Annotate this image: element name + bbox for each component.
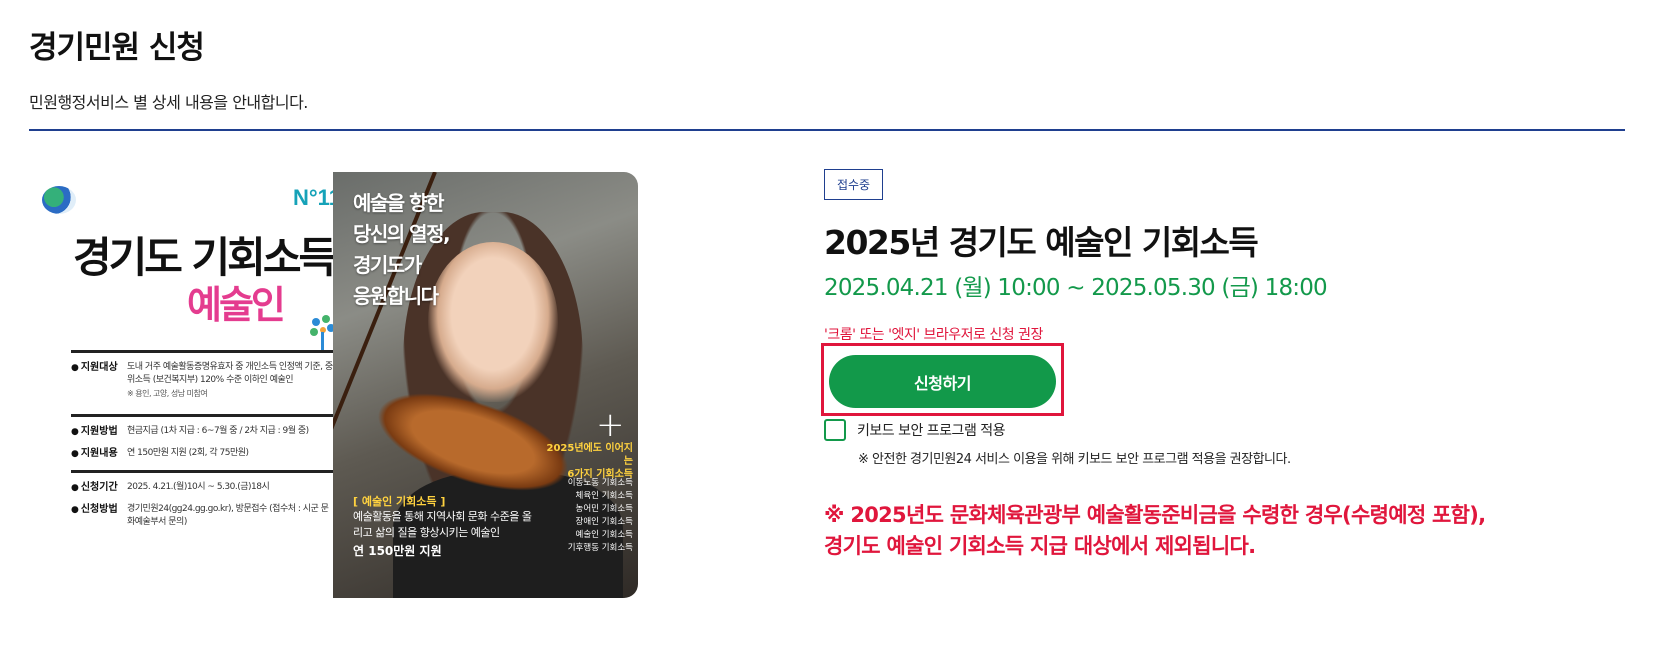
status-badge: 접수중 — [824, 169, 883, 200]
poster-desc: 예술활동을 통해 지역사회 문화 수준을 올리고 삶의 질을 향상시키는 예술인 — [353, 510, 532, 539]
poster-continue-text: 2025년에도 이어지는 6가지 기회소득 — [546, 443, 633, 480]
service-title: 2025년 경기도 예술인 기회소득 — [824, 223, 1259, 262]
poster-section-method: 지원방법 현금지급 (1차 지급 : 6~7월 중 / 2차 지급 : 9월 중… — [71, 414, 335, 460]
poster-tag: [ 예술인 기회소득 ] — [353, 495, 446, 508]
keyboard-security-notice: ※ 안전한 경기민원24 서비스 이용을 위해 키보드 보안 프로그램 적용을 … — [858, 452, 1291, 467]
apply-button[interactable]: 신청하기 — [829, 355, 1056, 408]
service-poster-image: N°11 경기도 기회소득 예술인 지원대상 도내 거주 예술활동증명유효자 중… — [29, 172, 677, 598]
poster-row: 지원내용 연 150만원 지원 (2회, 각 75만원) — [71, 447, 335, 461]
keyboard-security-checkbox[interactable] — [824, 419, 846, 441]
eligibility-warning: ※ 2025년도 문화체육관광부 예술활동준비금을 수령한 경우(수령예정 포함… — [824, 500, 1644, 562]
poster-sub-title: 예술인 — [187, 283, 286, 327]
poster-row-value: 현금지급 (1차 지급 : 6~7월 중 / 2차 지급 : 9월 중) — [127, 426, 309, 436]
keyboard-security-option[interactable]: 키보드 보안 프로그램 적용 — [824, 419, 1006, 441]
poster-section-apply: 신청기간 2025. 4.21.(월)10시 ~ 5.30.(금)18시 신청방… — [71, 470, 335, 532]
page-header: 경기민원 신청 민원행정서비스 별 상세 내용을 안내합니다. — [29, 22, 1625, 113]
plus-icon: + — [596, 405, 625, 445]
poster-row-label: 지원내용 — [71, 447, 127, 461]
gyeonggi-logo-icon — [42, 186, 76, 214]
browser-recommendation: '크롬' 또는 '엣지' 브라우저로 신청 권장 — [824, 327, 1043, 343]
poster-row: 신청기간 2025. 4.21.(월)10시 ~ 5.30.(금)18시 — [71, 481, 335, 495]
service-period: 2025.04.21 (월) 10:00 ~ 2025.05.30 (금) 18… — [824, 275, 1328, 301]
poster-row: 지원방법 현금지급 (1차 지급 : 6~7월 중 / 2차 지급 : 9월 중… — [71, 425, 335, 439]
poster-amount: 연 150만원 지원 — [353, 544, 442, 558]
poster-row-label: 지원방법 — [71, 425, 127, 439]
poster-row-label: 신청기간 — [71, 481, 127, 495]
poster-section-target: 지원대상 도내 거주 예술활동증명유효자 중 개인소득 인정액 기준, 중위소득… — [71, 350, 335, 406]
poster-row: 신청방법 경기민원24(gg24.gg.go.kr), 방문접수 (접수처 : … — [71, 503, 335, 529]
keyboard-security-label[interactable]: 키보드 보안 프로그램 적용 — [857, 420, 1006, 440]
page-description: 민원행정서비스 별 상세 내용을 안내합니다. — [29, 93, 308, 112]
poster-row-value: 도내 거주 예술활동증명유효자 중 개인소득 인정액 기준, 중위소득 (보건복… — [127, 361, 335, 400]
header-divider — [29, 129, 1625, 131]
page-title: 경기민원 신청 — [29, 30, 205, 66]
poster-row-note: ※ 용인, 고양, 성남 미참여 — [127, 389, 208, 398]
poster-row-value: 연 150만원 지원 (2회, 각 75만원) — [127, 448, 249, 458]
poster-slogan: 예술을 향한 당신의 열정, 경기도가 응원합니다 — [353, 191, 451, 308]
poster-row-value: 2025. 4.21.(월)10시 ~ 5.30.(금)18시 — [127, 482, 270, 492]
warning-line: ※ 2025년도 문화체육관광부 예술활동준비금을 수령한 경우(수령예정 포함… — [824, 503, 1486, 527]
poster-info-panel: N°11 경기도 기회소득 예술인 지원대상 도내 거주 예술활동증명유효자 중… — [29, 172, 351, 598]
poster-row-value: 경기민원24(gg24.gg.go.kr), 방문접수 (접수처 : 시군 문화… — [127, 504, 329, 527]
poster-row: 지원대상 도내 거주 예술활동증명유효자 중 개인소득 인정액 기준, 중위소득… — [71, 361, 335, 400]
warning-line: 경기도 예술인 기회소득 지급 대상에서 제외됩니다. — [824, 534, 1256, 558]
poster-income-list: 이동노동 기회소득 체육인 기회소득 농어민 기회소득 장애인 기회소득 예술인… — [567, 478, 633, 553]
poster-photo-panel: 예술을 향한 당신의 열정, 경기도가 응원합니다 + 2025년에도 이어지는… — [333, 172, 638, 598]
poster-row-label: 신청방법 — [71, 503, 127, 529]
poster-row-label: 지원대상 — [71, 361, 127, 400]
